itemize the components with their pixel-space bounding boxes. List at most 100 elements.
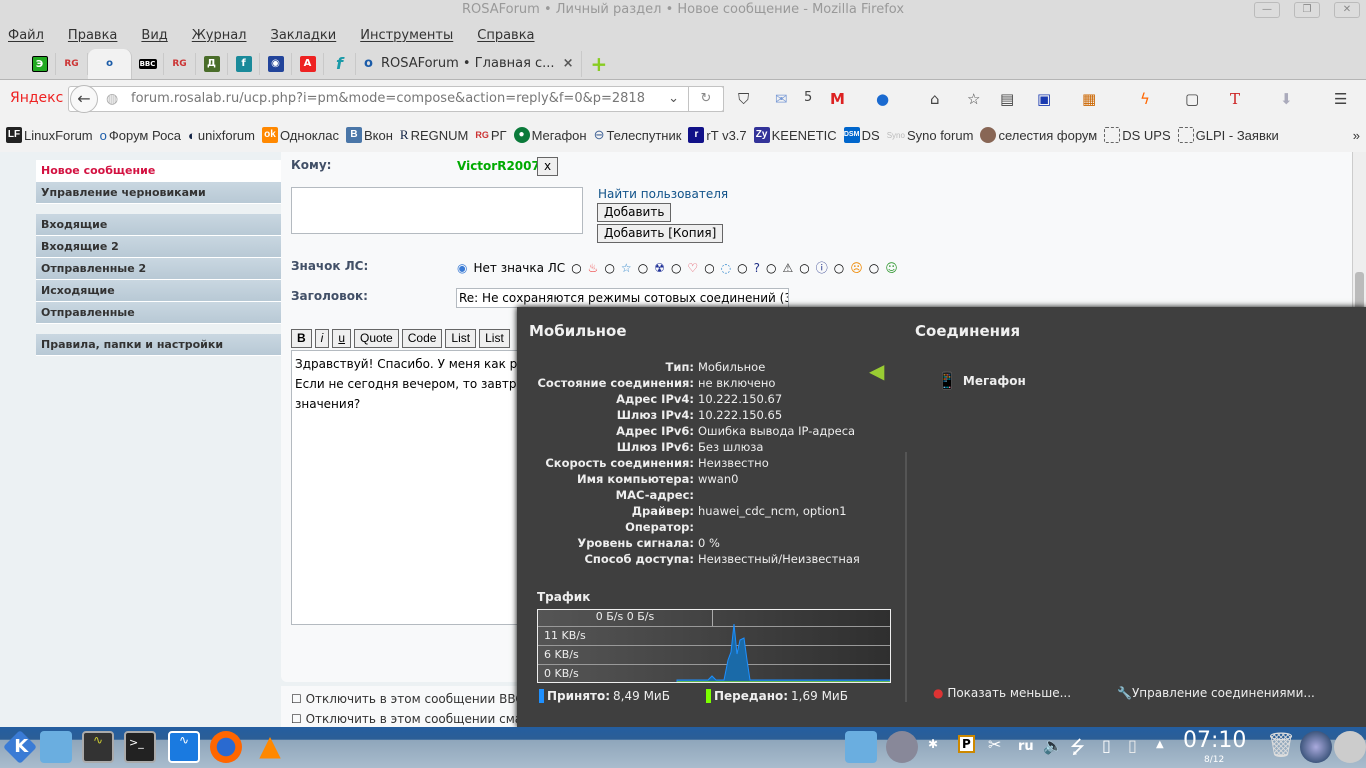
radio-selected[interactable]: ◉: [457, 261, 467, 275]
radio[interactable]: ○: [571, 261, 581, 275]
radio[interactable]: ○: [737, 261, 747, 275]
disable-smilies-checkbox[interactable]: ☐ Отключить в этом сообщении смайлики: [291, 709, 521, 727]
translate-icon[interactable]: T: [1230, 90, 1240, 108]
bookmark[interactable]: ⊖ Телеспутник: [594, 127, 682, 143]
sidebar-item-inbox[interactable]: Входящие: [36, 214, 281, 236]
menu-file[interactable]: Файл: [8, 28, 44, 43]
tab-pinned-selected[interactable]: o: [88, 48, 132, 79]
list-button[interactable]: List: [445, 329, 477, 348]
radio[interactable]: ○: [834, 261, 844, 275]
radio[interactable]: ○: [638, 261, 648, 275]
recipient-name[interactable]: VictorR2007: [457, 159, 540, 173]
sidebar-item-drafts[interactable]: Управление черновиками: [36, 182, 281, 204]
radio[interactable]: ○: [869, 261, 879, 275]
bookmark[interactable]: RG РГ: [475, 128, 506, 143]
scissors-icon[interactable]: ✂: [988, 735, 1001, 754]
maximize-button[interactable]: ❐: [1294, 2, 1320, 18]
tab-pinned[interactable]: RG: [56, 52, 88, 75]
tab-pinned[interactable]: ◉: [260, 52, 292, 75]
bookmark[interactable]: ◐ unixforum: [188, 128, 255, 143]
menu-history[interactable]: Журнал: [192, 28, 247, 43]
close-window-button[interactable]: ✕: [1334, 2, 1360, 18]
disable-bbcode-checkbox[interactable]: ☐ Отключить в этом сообщении BBCode: [291, 689, 521, 709]
pocket-icon[interactable]: ⛉: [738, 90, 749, 108]
downloads-icon[interactable]: [845, 731, 877, 763]
remove-recipient-button[interactable]: x: [537, 157, 559, 176]
add-copy-button[interactable]: Добавить [Копия]: [597, 224, 724, 243]
sidebar-item-new-message[interactable]: Новое сообщение: [36, 160, 281, 182]
code-button[interactable]: Code: [401, 329, 443, 348]
radio[interactable]: ○: [766, 261, 776, 275]
home-icon[interactable]: ⌂: [930, 90, 940, 108]
clipboard-icon[interactable]: ▤: [1000, 90, 1014, 108]
volume-icon[interactable]: 🔈: [1043, 736, 1063, 755]
tab-pinned[interactable]: A: [292, 52, 324, 75]
usb-icon[interactable]: ⭍: [1070, 735, 1085, 765]
reader-icon[interactable]: ▢: [1185, 90, 1199, 108]
bookmark[interactable]: R REGNUM: [400, 127, 468, 143]
flash-icon[interactable]: ϟ: [1140, 90, 1150, 108]
sidebar-item-outbox[interactable]: Исходящие: [36, 280, 281, 302]
bookmark-star-icon[interactable]: ☆: [967, 90, 980, 108]
menu-edit[interactable]: Правка: [68, 28, 117, 43]
menu-tools[interactable]: Инструменты: [360, 28, 453, 43]
network-phone-icon[interactable]: ▯: [1128, 736, 1137, 755]
sidebar-item-sent[interactable]: Отправленные: [36, 302, 281, 324]
bookmark[interactable]: DSM DS: [843, 127, 880, 143]
bookmark[interactable]: ● Мегафон: [513, 127, 587, 143]
tab-pinned[interactable]: f: [228, 52, 260, 75]
clock-time[interactable]: 07:10: [1183, 728, 1246, 753]
dropdown-icon[interactable]: ⌄: [668, 87, 679, 111]
underline-button[interactable]: u: [332, 329, 352, 348]
recipients-textarea[interactable]: [291, 187, 583, 234]
network-monitor-icon[interactable]: ∿: [168, 731, 200, 763]
bookmark[interactable]: DS UPS: [1104, 127, 1171, 143]
tab-pinned[interactable]: f: [324, 52, 356, 75]
find-user-link[interactable]: Найти пользователя: [598, 187, 728, 201]
bookmark[interactable]: ok Одноклас: [261, 127, 339, 143]
keyboard-layout[interactable]: ru: [1018, 739, 1034, 754]
bookmark[interactable]: селестия форум: [980, 127, 1097, 143]
add-button[interactable]: Добавить: [597, 203, 672, 222]
save-icon[interactable]: ▣: [1037, 90, 1051, 108]
bookmarks-overflow[interactable]: »: [1353, 128, 1360, 143]
subject-input[interactable]: Re: Не сохраняются режимы сотовых соедин…: [456, 288, 789, 308]
url-input[interactable]: forum.rosalab.ru/ucp.php?i=pm&mode=compo…: [68, 86, 724, 112]
klipper-icon[interactable]: ✱: [928, 737, 938, 751]
radio[interactable]: ○: [604, 261, 614, 275]
system-monitor-icon[interactable]: ∿: [82, 731, 114, 763]
show-less-button[interactable]: ● Показать меньше...: [933, 686, 1071, 700]
addon-icon[interactable]: ▦: [1082, 90, 1096, 108]
sidebar-item-sent-2[interactable]: Отправленные 2: [36, 258, 281, 280]
minimize-button[interactable]: —: [1254, 2, 1280, 18]
download-icon[interactable]: ⬇: [1280, 90, 1293, 108]
reload-button[interactable]: ↻: [688, 86, 724, 112]
bookmark[interactable]: r rT v3.7: [688, 127, 747, 143]
bold-button[interactable]: B: [291, 329, 312, 348]
kde-menu-icon[interactable]: K: [3, 730, 37, 764]
battery-icon[interactable]: ▯: [1102, 736, 1111, 755]
hamburger-menu-icon[interactable]: ☰: [1334, 90, 1347, 108]
new-tab-button[interactable]: +: [581, 50, 615, 77]
tab-pinned[interactable]: Э: [24, 52, 56, 75]
menu-view[interactable]: Вид: [141, 28, 167, 43]
connection-item-megafon[interactable]: 📱 Мегафон: [937, 371, 1026, 390]
menu-help[interactable]: Справка: [477, 28, 534, 43]
tab-pinned[interactable]: BBC: [132, 52, 164, 75]
tab-pinned[interactable]: Д: [196, 52, 228, 75]
menu-bookmarks[interactable]: Закладки: [271, 28, 337, 43]
list-numbered-button[interactable]: List: [479, 329, 510, 348]
gmail-icon[interactable]: M: [830, 90, 845, 108]
panel-toolbox-icon[interactable]: [1334, 731, 1366, 763]
quote-button[interactable]: Quote: [354, 329, 399, 348]
parking-icon[interactable]: P: [958, 735, 975, 753]
italic-button[interactable]: i: [314, 329, 330, 348]
radio[interactable]: ○: [671, 261, 681, 275]
bookmark[interactable]: o Форум Роса: [100, 128, 181, 143]
mail-icon[interactable]: ✉: [775, 90, 788, 108]
close-tab-icon[interactable]: ×: [563, 56, 574, 71]
rosa-icon[interactable]: [1300, 731, 1332, 763]
trash-icon[interactable]: 🗑: [1266, 731, 1296, 759]
addon-icon[interactable]: ●: [876, 90, 889, 108]
sidebar-item-inbox-2[interactable]: Входящие 2: [36, 236, 281, 258]
